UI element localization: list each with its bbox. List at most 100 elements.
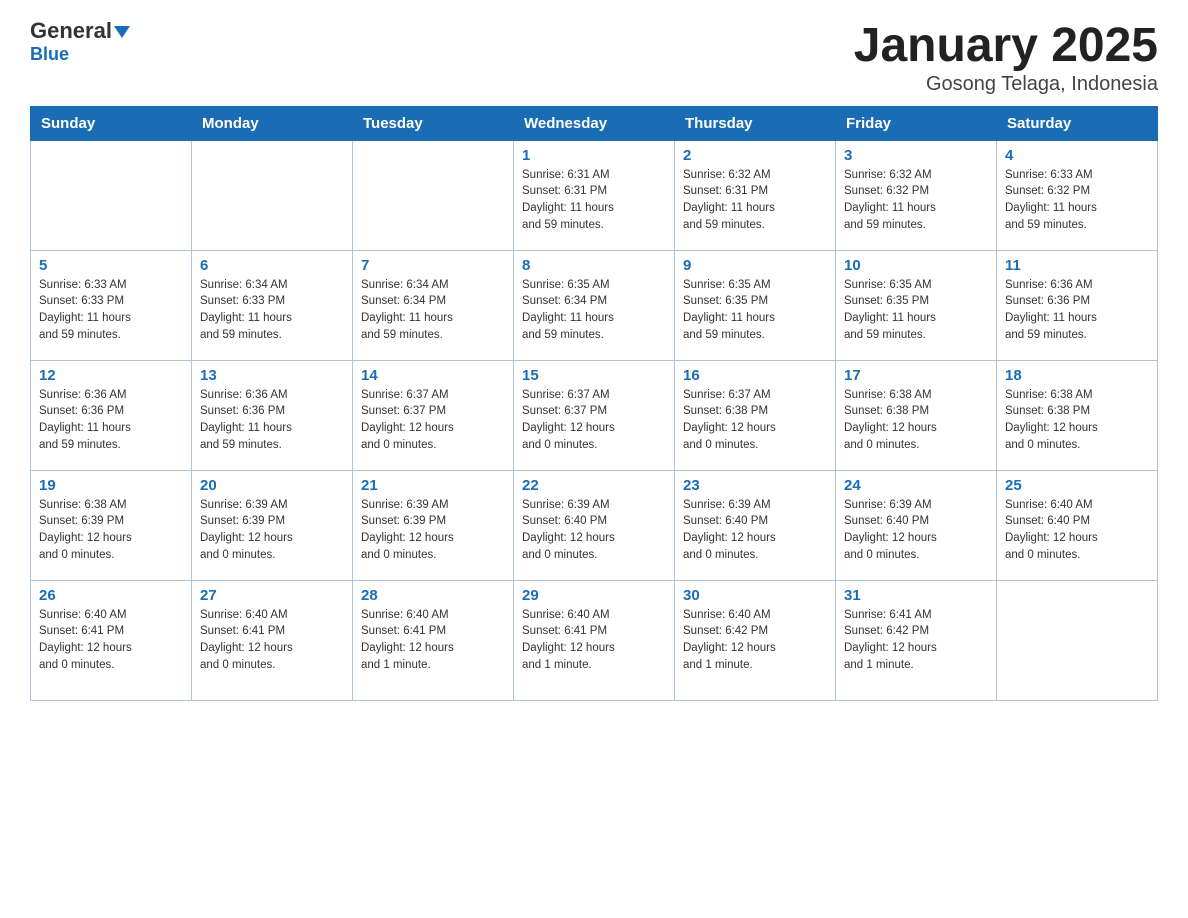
day-number: 13 xyxy=(200,367,344,384)
calendar-cell: 27Sunrise: 6:40 AM Sunset: 6:41 PM Dayli… xyxy=(192,580,353,700)
calendar-cell: 9 Sunrise: 6:35 AM Sunset: 6:35 PM Daylig… xyxy=(675,250,836,360)
day-info: Sunrise: 6:37 AM Sunset: 6:37 PM Dayligh… xyxy=(522,387,666,454)
day-info: Sunrise: 6:35 AM Sunset: 6:35 PM Dayligh… xyxy=(683,277,827,344)
calendar-cell: 1 Sunrise: 6:31 AM Sunset: 6:31 PM Daylig… xyxy=(514,140,675,250)
day-number: 24 xyxy=(844,477,988,494)
calendar-cell: 5Sunrise: 6:33 AM Sunset: 6:33 PM Daylig… xyxy=(31,250,192,360)
calendar-week-row: 5Sunrise: 6:33 AM Sunset: 6:33 PM Daylig… xyxy=(31,250,1158,360)
day-info: Sunrise: 6:36 AM Sunset: 6:36 PM Dayligh… xyxy=(39,387,183,454)
calendar-cell: 7 Sunrise: 6:34 AM Sunset: 6:34 PM Daylig… xyxy=(353,250,514,360)
weekday-header-saturday: Saturday xyxy=(997,106,1158,140)
page-header: General Blue January 2025 Gosong Telaga,… xyxy=(30,20,1158,96)
logo-sub-text: Blue xyxy=(30,44,69,65)
day-info: Sunrise: 6:38 AM Sunset: 6:38 PM Dayligh… xyxy=(844,387,988,454)
calendar-week-row: 26 Sunrise: 6:40 AM Sunset: 6:41 PM Dayli… xyxy=(31,580,1158,700)
calendar-cell: 2 Sunrise: 6:32 AM Sunset: 6:31 PM Daylig… xyxy=(675,140,836,250)
day-info: Sunrise: 6:40 AM Sunset: 6:41 PM Dayligh… xyxy=(522,607,666,674)
day-number: 19 xyxy=(39,477,183,494)
logo: General Blue xyxy=(30,20,130,65)
calendar-cell: 20 Sunrise: 6:39 AM Sunset: 6:39 PM Dayli… xyxy=(192,470,353,580)
day-number: 27 xyxy=(200,587,344,604)
calendar-cell xyxy=(353,140,514,250)
logo-main-text: General xyxy=(30,20,130,42)
day-info: Sunrise: 6:40 AM Sunset: 6:40 PM Dayligh… xyxy=(1005,497,1149,564)
calendar-cell xyxy=(31,140,192,250)
calendar-cell: 12 Sunrise: 6:36 AM Sunset: 6:36 PM Dayli… xyxy=(31,360,192,470)
calendar-cell: 19 Sunrise: 6:38 AM Sunset: 6:39 PM Dayli… xyxy=(31,470,192,580)
day-info: Sunrise: 6:37 AM Sunset: 6:37 PM Dayligh… xyxy=(361,387,505,454)
calendar-cell: 29 Sunrise: 6:40 AM Sunset: 6:41 PM Dayli… xyxy=(514,580,675,700)
calendar-week-row: 12 Sunrise: 6:36 AM Sunset: 6:36 PM Dayli… xyxy=(31,360,1158,470)
calendar-title: January 2025 xyxy=(854,20,1158,73)
day-number: 17 xyxy=(844,367,988,384)
calendar-cell: 14 Sunrise: 6:37 AM Sunset: 6:37 PM Dayli… xyxy=(353,360,514,470)
day-info: Sunrise: 6:36 AM Sunset: 6:36 PM Dayligh… xyxy=(200,387,344,454)
calendar-cell: 8Sunrise: 6:35 AM Sunset: 6:34 PM Daylig… xyxy=(514,250,675,360)
day-info: Sunrise: 6:40 AM Sunset: 6:42 PM Dayligh… xyxy=(683,607,827,674)
calendar-cell: 6Sunrise: 6:34 AM Sunset: 6:33 PM Daylig… xyxy=(192,250,353,360)
day-info: Sunrise: 6:39 AM Sunset: 6:40 PM Dayligh… xyxy=(683,497,827,564)
day-number: 8 xyxy=(522,257,666,274)
day-number: 25 xyxy=(1005,477,1149,494)
day-number: 20 xyxy=(200,477,344,494)
day-number: 29 xyxy=(522,587,666,604)
day-info: Sunrise: 6:39 AM Sunset: 6:39 PM Dayligh… xyxy=(361,497,505,564)
day-info: Sunrise: 6:39 AM Sunset: 6:39 PM Dayligh… xyxy=(200,497,344,564)
weekday-header-sunday: Sunday xyxy=(31,106,192,140)
day-number: 12 xyxy=(39,367,183,384)
calendar-cell: 15 Sunrise: 6:37 AM Sunset: 6:37 PM Dayli… xyxy=(514,360,675,470)
day-number: 1 xyxy=(522,147,666,164)
day-info: Sunrise: 6:38 AM Sunset: 6:39 PM Dayligh… xyxy=(39,497,183,564)
day-number: 10 xyxy=(844,257,988,274)
title-block: January 2025 Gosong Telaga, Indonesia xyxy=(854,20,1158,96)
weekday-header-wednesday: Wednesday xyxy=(514,106,675,140)
calendar-cell xyxy=(192,140,353,250)
calendar-cell: 25 Sunrise: 6:40 AM Sunset: 6:40 PM Dayli… xyxy=(997,470,1158,580)
day-info: Sunrise: 6:32 AM Sunset: 6:31 PM Dayligh… xyxy=(683,167,827,234)
day-info: Sunrise: 6:36 AM Sunset: 6:36 PM Dayligh… xyxy=(1005,277,1149,344)
day-number: 31 xyxy=(844,587,988,604)
day-info: Sunrise: 6:41 AM Sunset: 6:42 PM Dayligh… xyxy=(844,607,988,674)
calendar-cell: 10 Sunrise: 6:35 AM Sunset: 6:35 PM Dayli… xyxy=(836,250,997,360)
calendar-cell: 23 Sunrise: 6:39 AM Sunset: 6:40 PM Dayli… xyxy=(675,470,836,580)
day-number: 9 xyxy=(683,257,827,274)
logo-triangle-icon xyxy=(114,26,130,38)
day-info: Sunrise: 6:40 AM Sunset: 6:41 PM Dayligh… xyxy=(361,607,505,674)
day-info: Sunrise: 6:35 AM Sunset: 6:35 PM Dayligh… xyxy=(844,277,988,344)
day-number: 21 xyxy=(361,477,505,494)
day-number: 28 xyxy=(361,587,505,604)
calendar-subtitle: Gosong Telaga, Indonesia xyxy=(854,73,1158,96)
calendar-cell: 21 Sunrise: 6:39 AM Sunset: 6:39 PM Dayli… xyxy=(353,470,514,580)
calendar-cell: 18Sunrise: 6:38 AM Sunset: 6:38 PM Dayli… xyxy=(997,360,1158,470)
day-info: Sunrise: 6:33 AM Sunset: 6:32 PM Dayligh… xyxy=(1005,167,1149,234)
day-number: 30 xyxy=(683,587,827,604)
calendar-cell: 31 Sunrise: 6:41 AM Sunset: 6:42 PM Dayli… xyxy=(836,580,997,700)
day-number: 4 xyxy=(1005,147,1149,164)
calendar-cell: 3Sunrise: 6:32 AM Sunset: 6:32 PM Daylig… xyxy=(836,140,997,250)
day-number: 11 xyxy=(1005,257,1149,274)
weekday-header-tuesday: Tuesday xyxy=(353,106,514,140)
day-number: 23 xyxy=(683,477,827,494)
weekday-header-monday: Monday xyxy=(192,106,353,140)
calendar-cell: 4 Sunrise: 6:33 AM Sunset: 6:32 PM Daylig… xyxy=(997,140,1158,250)
day-number: 14 xyxy=(361,367,505,384)
day-number: 15 xyxy=(522,367,666,384)
day-info: Sunrise: 6:31 AM Sunset: 6:31 PM Dayligh… xyxy=(522,167,666,234)
calendar-cell: 17 Sunrise: 6:38 AM Sunset: 6:38 PM Dayli… xyxy=(836,360,997,470)
calendar-cell: 26 Sunrise: 6:40 AM Sunset: 6:41 PM Dayli… xyxy=(31,580,192,700)
calendar-cell: 11 Sunrise: 6:36 AM Sunset: 6:36 PM Dayli… xyxy=(997,250,1158,360)
calendar-cell: 28 Sunrise: 6:40 AM Sunset: 6:41 PM Dayli… xyxy=(353,580,514,700)
day-info: Sunrise: 6:34 AM Sunset: 6:34 PM Dayligh… xyxy=(361,277,505,344)
weekday-header-row: SundayMondayTuesdayWednesdayThursdayFrid… xyxy=(31,106,1158,140)
calendar-cell: 16Sunrise: 6:37 AM Sunset: 6:38 PM Dayli… xyxy=(675,360,836,470)
day-info: Sunrise: 6:39 AM Sunset: 6:40 PM Dayligh… xyxy=(844,497,988,564)
day-number: 22 xyxy=(522,477,666,494)
day-info: Sunrise: 6:32 AM Sunset: 6:32 PM Dayligh… xyxy=(844,167,988,234)
weekday-header-friday: Friday xyxy=(836,106,997,140)
calendar-cell: 13 Sunrise: 6:36 AM Sunset: 6:36 PM Dayli… xyxy=(192,360,353,470)
day-number: 2 xyxy=(683,147,827,164)
day-info: Sunrise: 6:40 AM Sunset: 6:41 PM Dayligh… xyxy=(39,607,183,674)
day-number: 26 xyxy=(39,587,183,604)
day-number: 7 xyxy=(361,257,505,274)
day-number: 16 xyxy=(683,367,827,384)
